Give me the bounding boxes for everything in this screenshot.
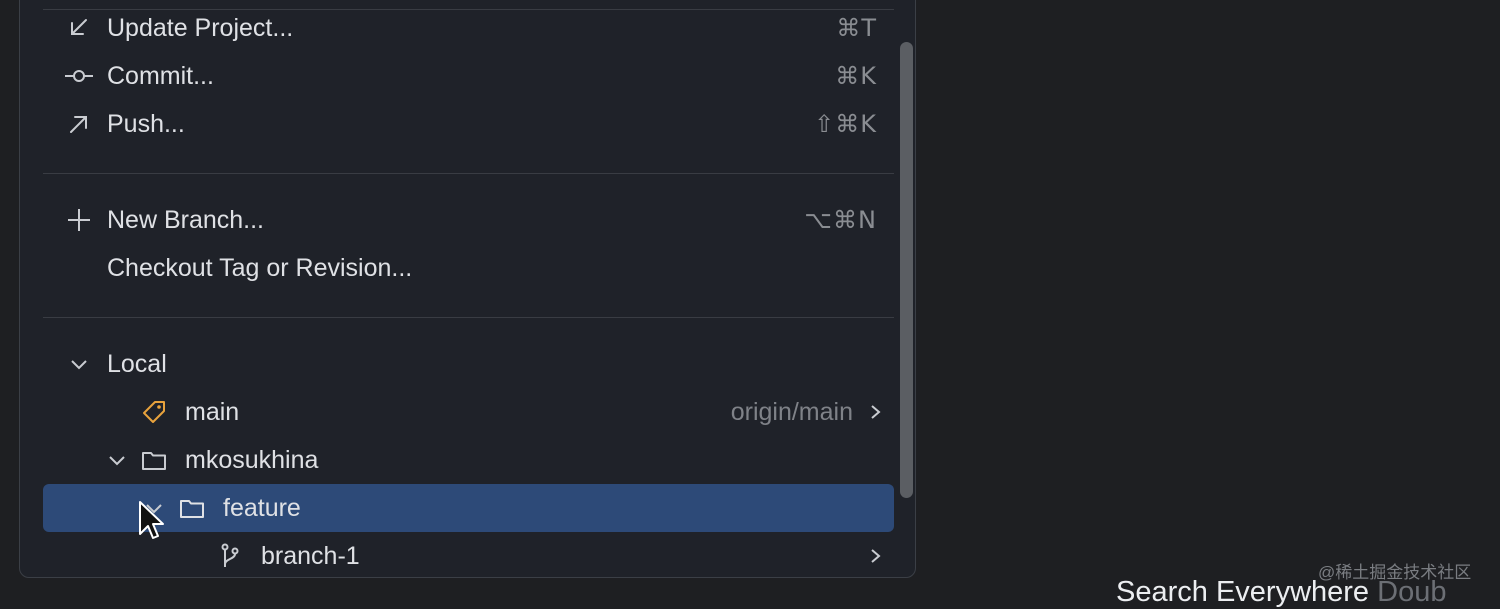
chevron-down-icon[interactable] xyxy=(65,350,93,378)
mouse-cursor-icon xyxy=(139,501,164,539)
checkout-tag-item[interactable]: Checkout Tag or Revision... xyxy=(43,244,894,292)
commit-shortcut: ⌘K xyxy=(835,62,877,90)
tag-icon xyxy=(140,398,168,426)
search-everywhere-shortcut-hint: Doub xyxy=(1377,576,1447,608)
push-shortcut: ⇧⌘K xyxy=(814,110,877,138)
tracking-branch: origin/main xyxy=(730,397,853,426)
commit-label: Commit... xyxy=(107,61,214,90)
folder-feature[interactable]: feature xyxy=(43,484,894,532)
chevron-right-icon[interactable] xyxy=(866,542,886,570)
commit-item[interactable]: Commit... ⌘K xyxy=(43,52,894,100)
git-branches-popup: Update Project... ⌘T Commit... ⌘K Push..… xyxy=(19,0,916,578)
folder-mkosukhina-label: mkosukhina xyxy=(185,445,319,474)
update-project-item[interactable]: Update Project... ⌘T xyxy=(43,4,894,52)
branch-icon xyxy=(216,542,244,570)
separator xyxy=(43,317,894,318)
new-branch-label: New Branch... xyxy=(107,205,265,234)
push-item[interactable]: Push... ⇧⌘K xyxy=(43,100,894,148)
search-everywhere-hint: Search Everywhere Doub xyxy=(1116,576,1446,609)
update-project-shortcut: ⌘T xyxy=(836,14,877,42)
scrollbar[interactable] xyxy=(900,42,913,498)
update-arrow-icon xyxy=(65,14,93,42)
update-project-label: Update Project... xyxy=(107,13,294,42)
push-arrow-icon xyxy=(65,110,93,138)
folder-mkosukhina[interactable]: mkosukhina xyxy=(43,436,894,484)
push-label: Push... xyxy=(107,109,185,138)
branch-1-label: branch-1 xyxy=(261,541,360,570)
folder-feature-label: feature xyxy=(223,493,301,522)
separator xyxy=(43,173,894,174)
chevron-down-icon[interactable] xyxy=(103,446,131,474)
branch-main-label: main xyxy=(185,397,240,426)
commit-icon xyxy=(65,62,93,90)
branch-main[interactable]: main origin/main xyxy=(43,388,894,436)
search-everywhere-label: Search Everywhere xyxy=(1116,576,1370,608)
local-label: Local xyxy=(107,349,167,378)
checkout-tag-label: Checkout Tag or Revision... xyxy=(107,253,413,282)
folder-icon xyxy=(140,446,168,474)
new-branch-item[interactable]: New Branch... ⌥⌘N xyxy=(43,196,894,244)
folder-icon xyxy=(178,494,206,522)
chevron-right-icon[interactable] xyxy=(866,398,886,426)
branch-branch-1[interactable]: branch-1 xyxy=(43,532,894,577)
new-branch-shortcut: ⌥⌘N xyxy=(804,206,877,234)
plus-icon xyxy=(65,206,93,234)
local-group[interactable]: Local xyxy=(43,340,894,388)
